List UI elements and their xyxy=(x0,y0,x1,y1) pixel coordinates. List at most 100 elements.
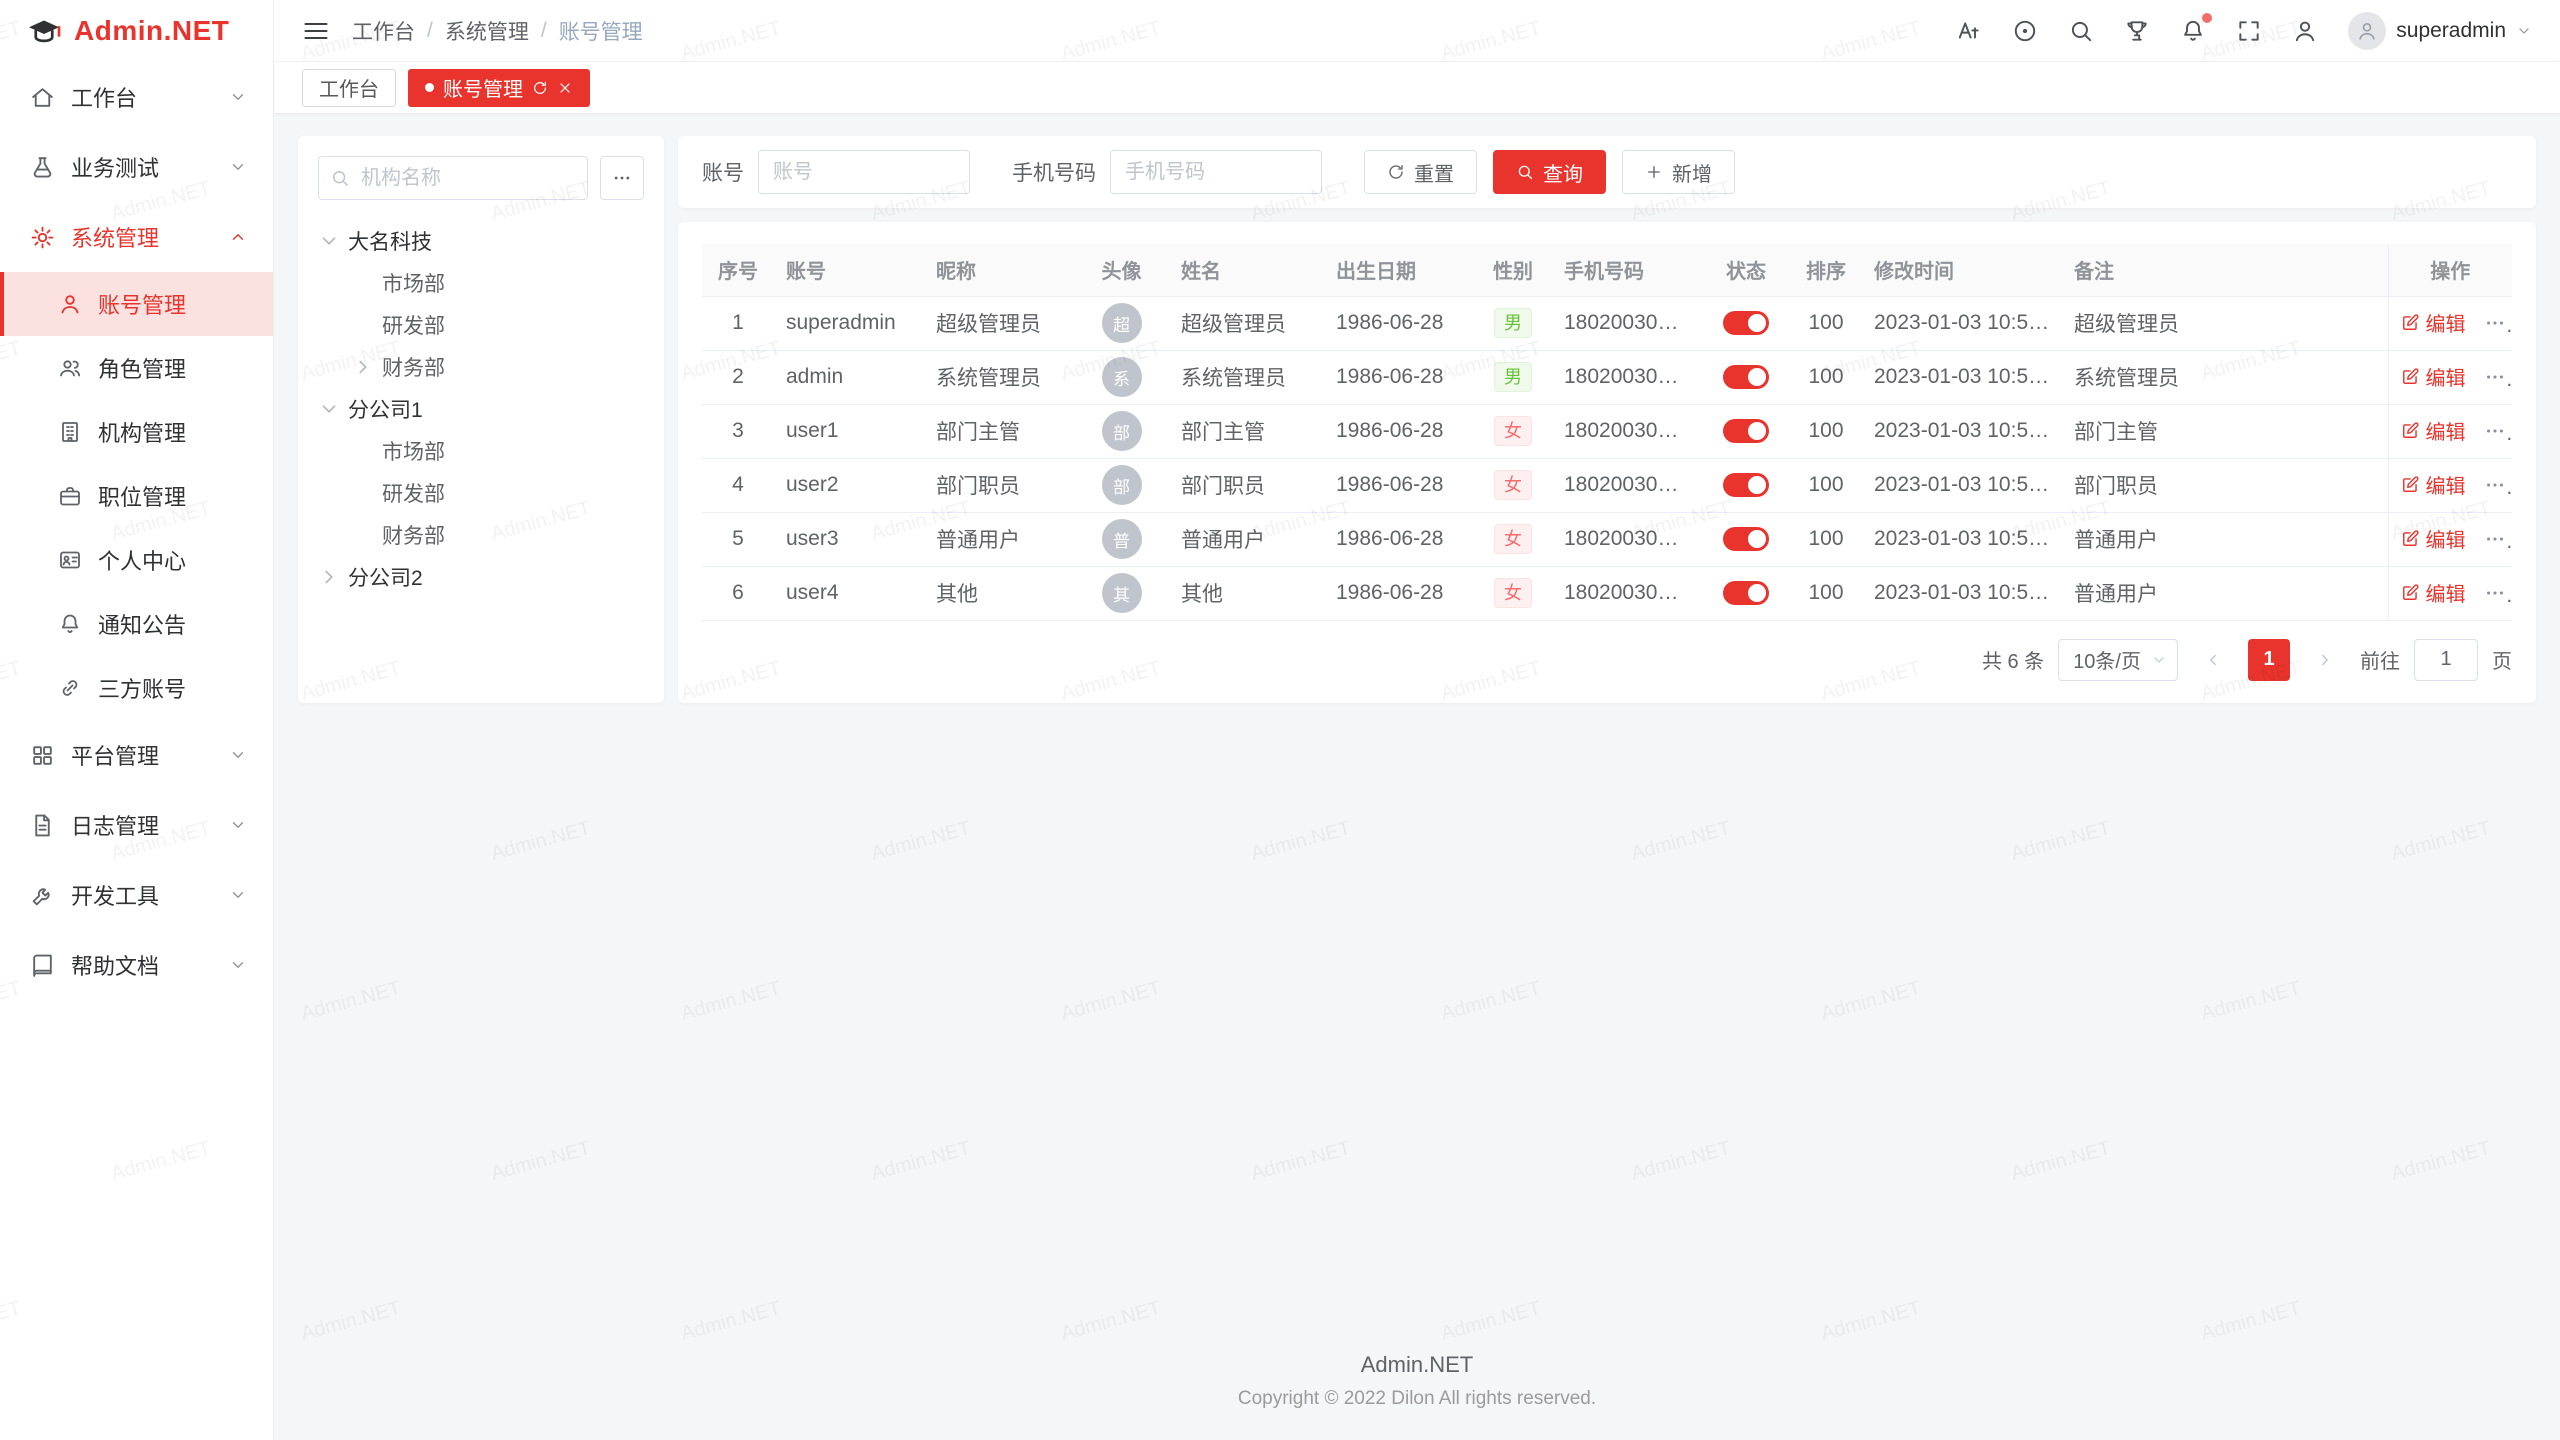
more-actions-button[interactable] xyxy=(2484,528,2506,550)
pagination: 共 6 条 10条/页 1 前 xyxy=(702,639,2512,681)
tree-node[interactable]: 研发部 xyxy=(318,472,644,514)
test-icon xyxy=(30,155,55,180)
org-search-input[interactable] xyxy=(318,156,588,200)
tree-node[interactable]: 财务部 xyxy=(318,346,644,388)
edit-button[interactable]: 编辑 xyxy=(2401,470,2466,499)
circle-dot-icon[interactable] xyxy=(2012,18,2038,44)
status-toggle[interactable] xyxy=(1723,581,1769,605)
tree-more-button[interactable] xyxy=(600,156,644,200)
menu-toggle-icon[interactable] xyxy=(302,17,330,45)
font-size-icon[interactable] xyxy=(1956,18,1982,44)
phone-input[interactable] xyxy=(1110,150,1322,194)
tree-node[interactable]: 财务部 xyxy=(318,514,644,556)
tree-node[interactable]: 市场部 xyxy=(318,430,644,472)
page-unit: 页 xyxy=(2492,645,2512,674)
sidebar-subitem-label: 通知公告 xyxy=(98,608,186,640)
cell-remark: 普通用户 xyxy=(2062,566,2388,620)
cell-gender: 女 xyxy=(1474,512,1552,566)
status-toggle[interactable] xyxy=(1723,311,1769,335)
edit-icon xyxy=(2401,421,2420,440)
cell-op: 编辑 xyxy=(2388,458,2512,512)
search-button[interactable]: 查询 xyxy=(1493,150,1606,194)
refresh-icon[interactable] xyxy=(532,80,548,96)
tree-node-label: 市场部 xyxy=(382,436,445,466)
chevdown-icon xyxy=(229,816,247,834)
bell-icon[interactable] xyxy=(2180,18,2206,44)
reset-button[interactable]: 重置 xyxy=(1364,150,1477,194)
tree-node[interactable]: 研发部 xyxy=(318,304,644,346)
row-actions: 编辑 xyxy=(2401,308,2506,337)
search-icon[interactable] xyxy=(2068,18,2094,44)
edit-button[interactable]: 编辑 xyxy=(2401,524,2466,553)
tree-node[interactable]: 大名科技 xyxy=(318,220,644,262)
sidebar-subitem-2-0[interactable]: 账号管理 xyxy=(0,272,273,336)
fullscreen-icon[interactable] xyxy=(2236,18,2262,44)
page-number-1[interactable]: 1 xyxy=(2248,639,2290,681)
breadcrumb-item[interactable]: 工作台 xyxy=(352,16,415,46)
cell-birth: 1986-06-28 xyxy=(1324,512,1474,566)
chevright-icon[interactable] xyxy=(352,356,374,378)
tab-0[interactable]: 工作台 xyxy=(302,69,396,107)
more-actions-button[interactable] xyxy=(2484,582,2506,604)
cell-index: 6 xyxy=(702,566,774,620)
sidebar-subitem-2-2[interactable]: 机构管理 xyxy=(0,400,273,464)
status-toggle[interactable] xyxy=(1723,473,1769,497)
cell-index: 5 xyxy=(702,512,774,566)
chevdown-icon xyxy=(229,158,247,176)
user-icon[interactable] xyxy=(2292,18,2318,44)
breadcrumb-item[interactable]: 系统管理 xyxy=(445,16,529,46)
next-page-button[interactable] xyxy=(2304,639,2346,681)
sidebar-subitem-2-4[interactable]: 个人中心 xyxy=(0,528,273,592)
more-actions-button[interactable] xyxy=(2484,312,2506,334)
sidebar-item-5[interactable]: 开发工具 xyxy=(0,860,273,930)
sidebar-item-0[interactable]: 工作台 xyxy=(0,62,273,132)
goto-page-input[interactable] xyxy=(2414,639,2478,681)
more-actions-button[interactable] xyxy=(2484,474,2506,496)
sidebar-item-6[interactable]: 帮助文档 xyxy=(0,930,273,1000)
column-header-op: 操作 xyxy=(2388,244,2512,296)
more-actions-button[interactable] xyxy=(2484,366,2506,388)
status-toggle[interactable] xyxy=(1723,419,1769,443)
edit-button[interactable]: 编辑 xyxy=(2401,308,2466,337)
table-row: 1superadmin超级管理员超超级管理员1986-06-28男1802003… xyxy=(702,296,2512,350)
footer: Admin.NET Copyright © 2022 Dilon All rig… xyxy=(298,1326,2536,1440)
tree-node[interactable]: 分公司2 xyxy=(318,556,644,598)
cell-status xyxy=(1702,350,1790,404)
cell-index: 2 xyxy=(702,350,774,404)
sidebar-item-2[interactable]: 系统管理 xyxy=(0,202,273,272)
edit-button[interactable]: 编辑 xyxy=(2401,578,2466,607)
chevright-icon[interactable] xyxy=(318,566,340,588)
tree-node[interactable]: 市场部 xyxy=(318,262,644,304)
sidebar-item-1[interactable]: 业务测试 xyxy=(0,132,273,202)
page-size-select[interactable]: 10条/页 xyxy=(2058,639,2178,681)
tree-node-label: 分公司2 xyxy=(348,562,423,592)
chevdown-icon[interactable] xyxy=(318,230,340,252)
account-input[interactable] xyxy=(758,150,970,194)
tree-node[interactable]: 分公司1 xyxy=(318,388,644,430)
gender-badge: 女 xyxy=(1494,470,1532,500)
edit-button[interactable]: 编辑 xyxy=(2401,416,2466,445)
sidebar-subitem-2-5[interactable]: 通知公告 xyxy=(0,592,273,656)
sidebar-subitem-2-6[interactable]: 三方账号 xyxy=(0,656,273,720)
edit-button[interactable]: 编辑 xyxy=(2401,362,2466,391)
add-button[interactable]: 新增 xyxy=(1622,150,1735,194)
close-icon[interactable] xyxy=(557,80,573,96)
more-actions-button[interactable] xyxy=(2484,420,2506,442)
prev-page-button[interactable] xyxy=(2192,639,2234,681)
cell-remark: 系统管理员 xyxy=(2062,350,2388,404)
sidebar-subitem-2-1[interactable]: 角色管理 xyxy=(0,336,273,400)
status-toggle[interactable] xyxy=(1723,365,1769,389)
status-toggle[interactable] xyxy=(1723,527,1769,551)
avatar: 其 xyxy=(1102,573,1142,613)
sidebar-item-4[interactable]: 日志管理 xyxy=(0,790,273,860)
user-menu[interactable]: superadmin xyxy=(2348,12,2532,50)
sidebar-item-3[interactable]: 平台管理 xyxy=(0,720,273,790)
edit-icon xyxy=(2401,367,2420,386)
refresh-icon xyxy=(1387,163,1405,181)
sidebar-subitem-2-3[interactable]: 职位管理 xyxy=(0,464,273,528)
sidebar-subitem-label: 账号管理 xyxy=(98,288,186,320)
brand[interactable]: Admin.NET xyxy=(0,0,273,62)
tab-1[interactable]: 账号管理 xyxy=(408,69,590,107)
trophy-icon[interactable] xyxy=(2124,18,2150,44)
chevdown-icon[interactable] xyxy=(318,398,340,420)
